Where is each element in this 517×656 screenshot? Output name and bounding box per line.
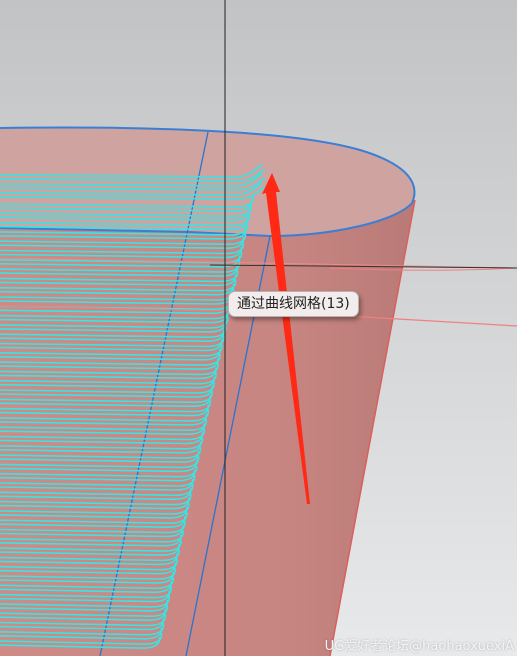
selection-tooltip: 通过曲线网格(13) [228,291,359,317]
watermark: UG爱好者论坛@haohaoxuexiA [324,639,514,654]
graphics-viewport[interactable]: 通过曲线网格(13) UG爱好者论坛@haohaoxuexiA [0,0,517,656]
model-canvas[interactable] [0,0,517,656]
